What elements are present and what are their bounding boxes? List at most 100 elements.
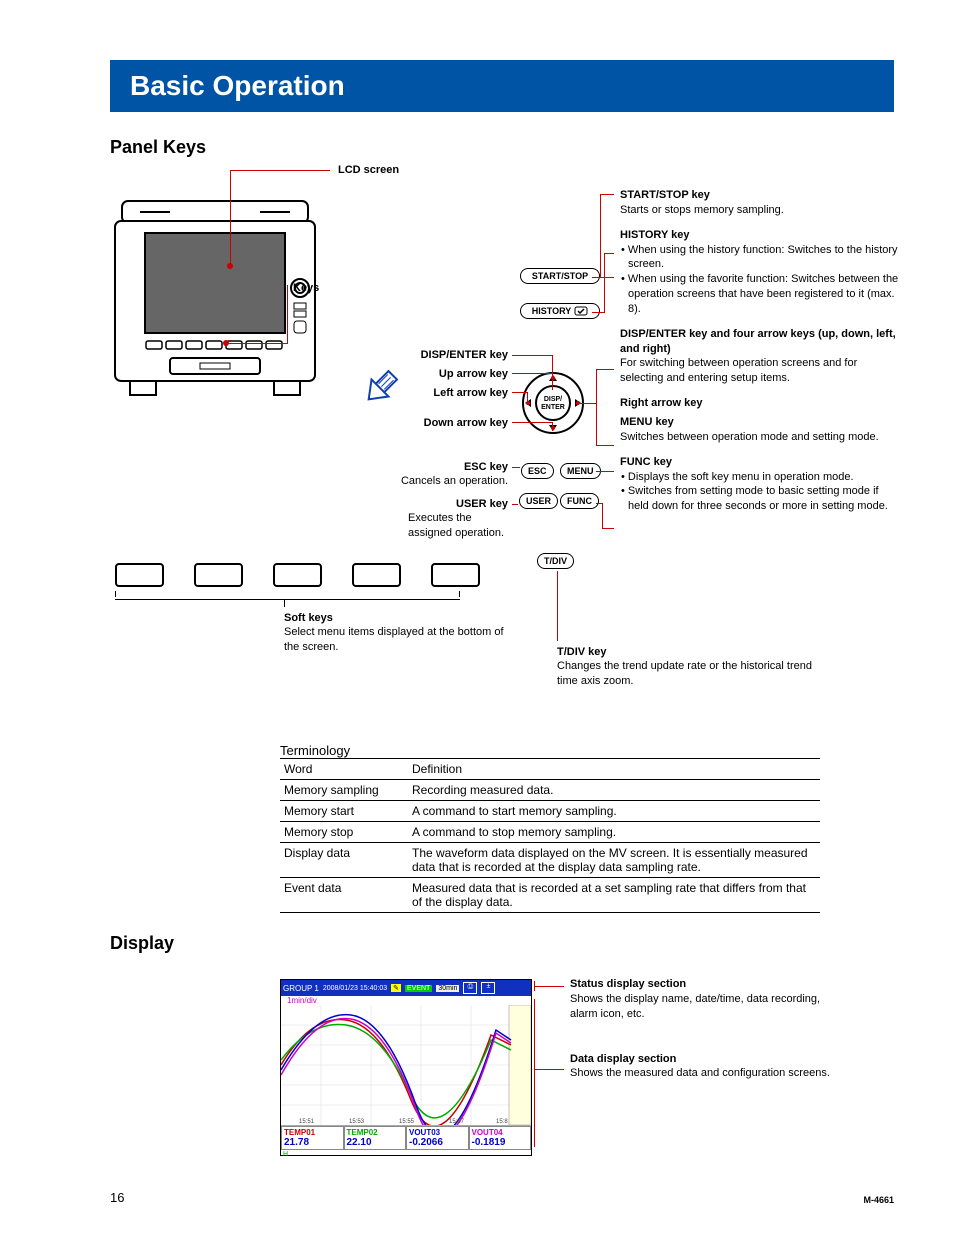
disp-time: 2008/01/23 15:40:03 — [323, 985, 387, 992]
disp-title: DISP/ENTER key and four arrow keys (up, … — [620, 328, 896, 355]
up-label: Up arrow key — [408, 367, 508, 381]
status-desc: Shows the display name, date/time, data … — [570, 993, 820, 1020]
term-head-word: Word — [280, 759, 408, 780]
tdiv-desc: Changes the trend update rate or the his… — [557, 660, 812, 686]
zoom-arrow-icon — [360, 368, 400, 408]
ch-name: TEMP01 — [284, 1128, 341, 1137]
per-div-label: 1min/div — [281, 996, 531, 1005]
soft-label-text: Soft keys — [284, 612, 333, 624]
esc-desc: Cancels an operation. — [401, 475, 508, 487]
esc-key: ESC — [521, 463, 554, 479]
red-dot-keys — [223, 340, 229, 346]
display-plot: 15:51 15:53 15:55 15:57 15:8 — [281, 1005, 531, 1126]
esc-block: ESC key Cancels an operation. — [378, 460, 508, 489]
term-w: Memory sampling — [280, 780, 408, 801]
svg-text:15:53: 15:53 — [349, 1119, 365, 1125]
down-label: Down arrow key — [408, 416, 508, 430]
tdiv-block: T/DIV key Changes the trend update rate … — [557, 645, 817, 688]
display-descriptions: Status display section Shows the display… — [570, 977, 840, 1101]
history-b2: • When using the favorite function: Swit… — [620, 272, 900, 317]
history-key: HISTORY — [520, 303, 600, 319]
user-desc: Executes the assigned operation. — [408, 512, 504, 538]
terminology-table: Word Definition Memory samplingRecording… — [280, 758, 820, 913]
startstop-desc: Starts or stops memory sampling. — [620, 204, 784, 216]
display-screenshot: GROUP 1 2008/01/23 15:40:03 ✎ EVENT 30mi… — [280, 979, 532, 1156]
left-label: Left arrow key — [408, 386, 508, 400]
svg-text:15:51: 15:51 — [299, 1119, 315, 1125]
rightarrow-title: Right arrow key — [620, 397, 703, 409]
user-block: USER key Executes the assigned operation… — [348, 497, 508, 540]
history-b1: • When using the history function: Switc… — [620, 243, 900, 273]
func-b1: • Displays the soft key menu in operatio… — [620, 470, 900, 485]
term-w: Memory start — [280, 801, 408, 822]
disp-desc: For switching between operation screens … — [620, 357, 857, 384]
soft-key — [115, 563, 164, 587]
terminology-title: Terminology — [280, 743, 894, 758]
red-dot — [227, 263, 233, 269]
svg-text:15:8: 15:8 — [496, 1119, 508, 1125]
startstop-title: START/STOP key — [620, 189, 710, 201]
ch-val: 21.78 — [284, 1137, 341, 1148]
page-title: Basic Operation — [110, 60, 894, 112]
menu-desc: Switches between operation mode and sett… — [620, 431, 879, 443]
term-d: A command to stop memory sampling. — [408, 822, 820, 843]
term-d: A command to start memory sampling. — [408, 801, 820, 822]
esc-label-text: ESC key — [464, 461, 508, 473]
svg-text:15:57: 15:57 — [449, 1119, 465, 1125]
doc-code: M-4661 — [863, 1195, 894, 1205]
user-label-text: USER key — [456, 498, 508, 510]
tdiv-label-text: T/DIV key — [557, 646, 607, 658]
func-b2: • Switches from setting mode to basic se… — [620, 484, 900, 514]
term-w: Memory stop — [280, 822, 408, 843]
svg-text:15:55: 15:55 — [399, 1119, 415, 1125]
panel-keys-figure: LCD screen Keys START/STOP HISTORY DISP/… — [110, 173, 894, 713]
display-readouts: TEMP0121.78 TEMP0222.10 VOUT03-0.2066 VO… — [281, 1126, 531, 1150]
disp-rate: 30min — [436, 985, 459, 992]
term-head-def: Definition — [408, 759, 820, 780]
section-display: Display — [110, 933, 894, 954]
soft-key — [352, 563, 401, 587]
history-title: HISTORY key — [620, 229, 690, 241]
func-key: FUNC — [560, 493, 599, 509]
section-panel-keys: Panel Keys — [110, 137, 894, 158]
svg-text:ENTER: ENTER — [541, 404, 565, 411]
ch-val: -0.1819 — [472, 1137, 529, 1148]
zoom-icon: ± — [481, 982, 495, 994]
lcd-label: LCD screen — [338, 163, 399, 177]
user-key: USER — [519, 493, 558, 509]
term-w: Event data — [280, 878, 408, 913]
ch-name: TEMP02 — [347, 1128, 404, 1137]
soft-key — [431, 563, 480, 587]
menu-key: MENU — [560, 463, 601, 479]
ch-name: VOUT03 — [409, 1128, 466, 1137]
soft-desc: Select menu items displayed at the botto… — [284, 626, 504, 652]
camera-icon: ⎙ — [463, 982, 477, 994]
soft-keys-row — [115, 563, 480, 587]
data-desc: Shows the measured data and configuratio… — [570, 1067, 830, 1079]
term-d: Recording measured data. — [408, 780, 820, 801]
ch-name: VOUT04 — [472, 1128, 529, 1137]
device-outline-svg — [110, 193, 320, 408]
func-title: FUNC key — [620, 456, 672, 468]
keys-label: Keys — [293, 281, 319, 295]
soft-key — [273, 563, 322, 587]
softkeys-block: Soft keys Select menu items displayed at… — [284, 611, 514, 654]
tdiv-key: T/DIV — [537, 553, 574, 569]
right-column: START/STOP key Starts or stops memory sa… — [620, 188, 900, 524]
status-title: Status display section — [570, 978, 686, 990]
disp-event: EVENT — [405, 985, 432, 992]
display-header: GROUP 1 2008/01/23 15:40:03 ✎ EVENT 30mi… — [281, 980, 531, 996]
data-title: Data display section — [570, 1053, 676, 1065]
term-d: The waveform data displayed on the MV sc… — [408, 843, 820, 878]
history-key-text: HISTORY — [532, 306, 572, 316]
start-stop-key: START/STOP — [520, 268, 600, 284]
menu-title: MENU key — [620, 416, 674, 428]
page-number: 16 — [110, 1190, 124, 1205]
svg-text:DISP/: DISP/ — [544, 396, 562, 403]
ch-val: 22.10 — [347, 1137, 404, 1148]
brace-line — [115, 591, 460, 600]
soft-key — [194, 563, 243, 587]
ch-val: -0.2066 — [409, 1137, 466, 1148]
disp-group: GROUP 1 — [283, 984, 319, 993]
dispenter-label: DISP/ENTER key — [408, 348, 508, 362]
